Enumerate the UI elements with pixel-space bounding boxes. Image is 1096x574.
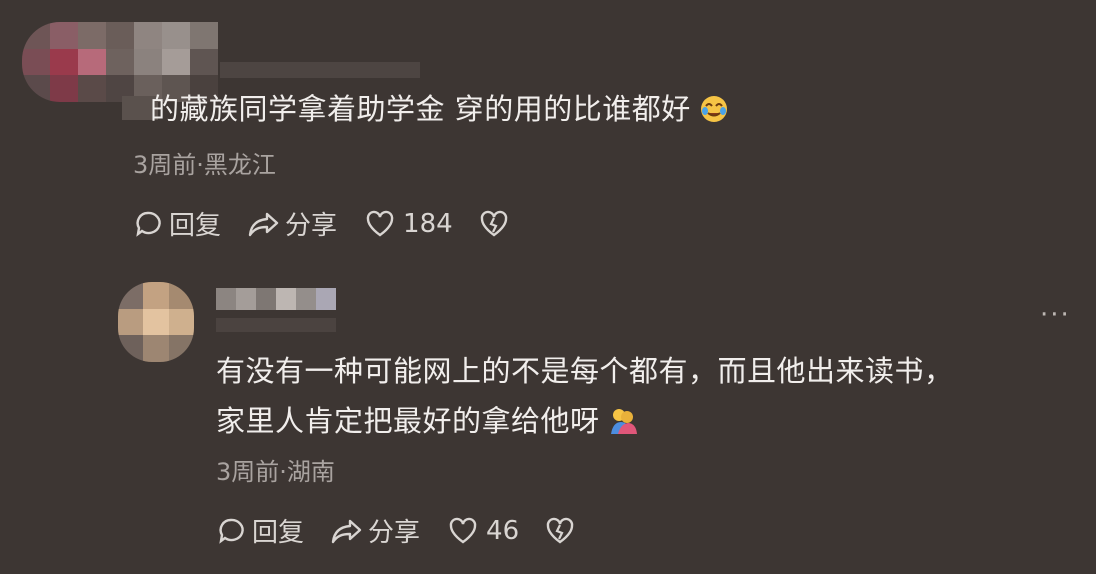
comment-meta: 3周前·湖南: [216, 458, 335, 486]
share-arrow-icon: [248, 212, 279, 236]
comment-text-line-1: 有没有一种可能网上的不是每个都有，而且他出来读书，: [216, 354, 954, 388]
heart-icon: [449, 517, 477, 543]
share-label: 分享: [368, 518, 421, 548]
smiling-face-with-tear-icon: [700, 96, 727, 122]
comment-text: 有没有一种可能网上的不是每个都有，而且他出来读书， 家里人肯定把最好的拿给他呀: [216, 348, 954, 444]
reply-label: 回复: [252, 518, 305, 548]
like-button[interactable]: 46: [448, 516, 519, 546]
avatar-blurred[interactable]: [118, 282, 194, 362]
share-arrow-icon: [331, 519, 362, 543]
comment-bubble-icon: [136, 211, 161, 237]
heart-icon: [366, 210, 394, 236]
comment-text-line-2: 家里人肯定把最好的拿给他呀: [216, 398, 954, 444]
reply-button[interactable]: 回复: [133, 205, 221, 242]
more-options-button[interactable]: ···: [1040, 300, 1071, 330]
reply-button[interactable]: 回复: [216, 512, 304, 549]
share-button[interactable]: 分享: [247, 205, 337, 242]
dislike-button[interactable]: [545, 517, 575, 545]
hugging-people-icon: [610, 409, 637, 434]
comment-bubble-icon: [219, 518, 244, 544]
comment-meta: 3周前·黑龙江: [133, 151, 276, 179]
username-blur-fragment: [216, 318, 336, 332]
comment-actions: 回复 分享 184: [133, 205, 509, 242]
like-button[interactable]: 184: [365, 209, 453, 239]
comment-actions: 回复 分享 46: [216, 512, 575, 549]
share-label: 分享: [285, 211, 338, 241]
broken-heart-icon: [480, 210, 507, 236]
dislike-button[interactable]: [479, 210, 509, 238]
like-count: 46: [486, 515, 520, 546]
comment-text: 的藏族同学拿着助学金 穿的用的比谁都好: [150, 86, 729, 132]
like-count: 184: [403, 208, 453, 239]
reply-label: 回复: [169, 211, 222, 241]
username-blurred[interactable]: [220, 62, 420, 78]
broken-heart-icon: [546, 517, 574, 543]
share-button[interactable]: 分享: [330, 512, 420, 549]
username-blurred[interactable]: [216, 288, 336, 310]
